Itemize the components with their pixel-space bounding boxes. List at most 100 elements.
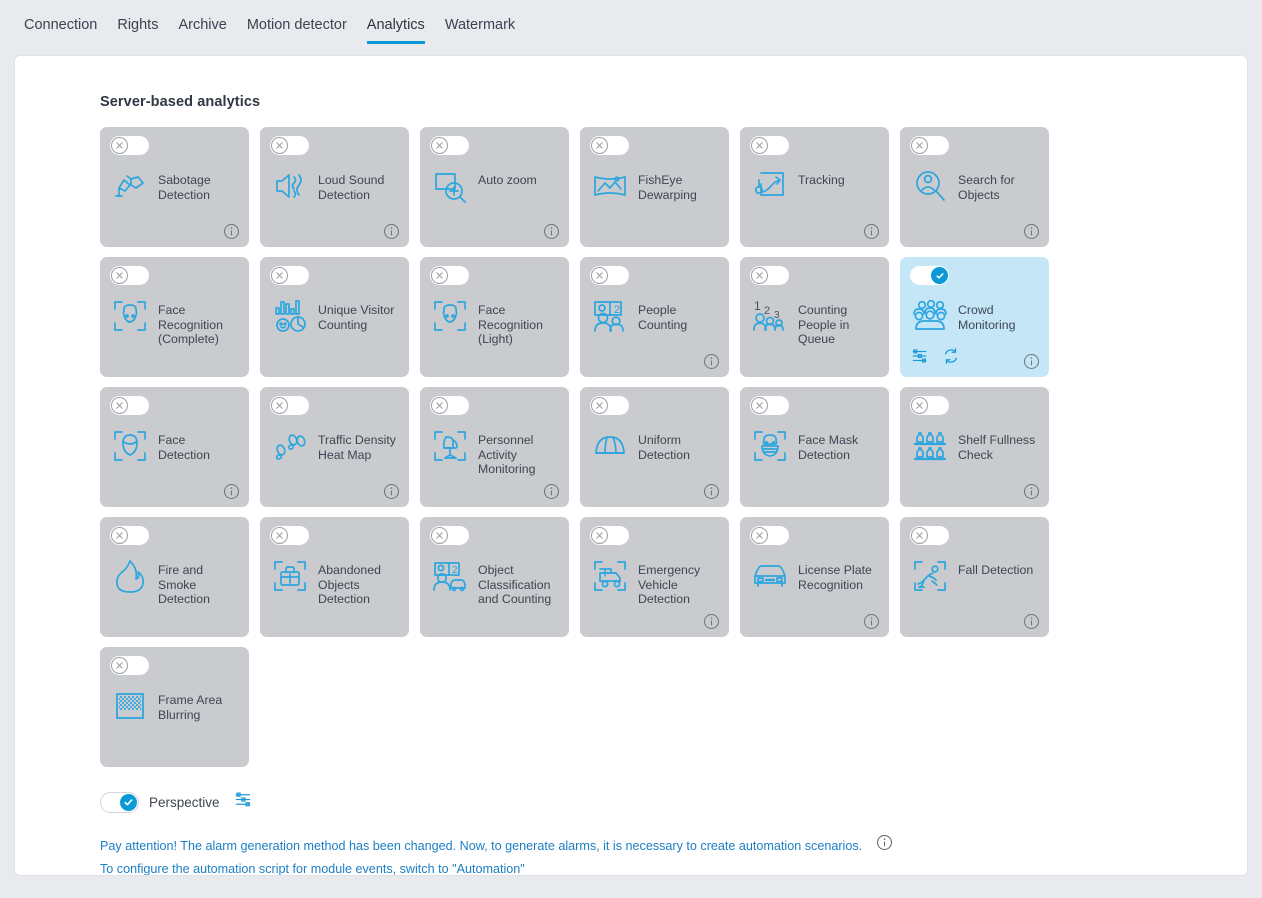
card-toggle[interactable] xyxy=(590,526,629,545)
analytics-card[interactable]: Crowd Monitoring xyxy=(900,257,1049,377)
analytics-card[interactable]: FishEye Dewarping xyxy=(580,127,729,247)
card-toggle[interactable] xyxy=(430,526,469,545)
card-body: Personnel Activity Monitoring xyxy=(430,426,559,477)
card-toggle[interactable] xyxy=(110,396,149,415)
toggle-knob-unchecked xyxy=(591,527,608,544)
card-toggle[interactable] xyxy=(270,526,309,545)
analytics-card[interactable]: Uniform Detection xyxy=(580,387,729,507)
analytics-card[interactable]: Frame Area Blurring xyxy=(100,647,249,767)
card-toggle[interactable] xyxy=(590,396,629,415)
analytics-card[interactable]: 2 People Counting xyxy=(580,257,729,377)
toggle-knob-unchecked xyxy=(271,397,288,414)
perspective-row: Perspective xyxy=(100,790,1247,814)
info-icon[interactable] xyxy=(543,483,560,500)
people-counting-icon: 2 xyxy=(590,296,630,336)
card-toggle[interactable] xyxy=(750,266,789,285)
card-toggle[interactable] xyxy=(910,396,949,415)
sliders-icon[interactable] xyxy=(911,347,929,370)
analytics-card[interactable]: Emergency Vehicle Detection xyxy=(580,517,729,637)
card-toggle[interactable] xyxy=(910,526,949,545)
analytics-card[interactable]: Fall Detection xyxy=(900,517,1049,637)
info-icon[interactable] xyxy=(703,353,720,370)
analytics-card[interactable]: Traffic Density Heat Map xyxy=(260,387,409,507)
toggle-knob-unchecked xyxy=(271,137,288,154)
card-toggle[interactable] xyxy=(910,266,949,285)
card-label: Abandoned Objects Detection xyxy=(318,563,381,607)
sliders-icon[interactable] xyxy=(234,790,253,814)
tab-archive[interactable]: Archive xyxy=(168,16,236,44)
tab-watermark[interactable]: Watermark xyxy=(435,16,525,44)
analytics-card[interactable]: Search for Objects xyxy=(900,127,1049,247)
analytics-card[interactable]: Personnel Activity Monitoring xyxy=(420,387,569,507)
card-toggle[interactable] xyxy=(590,136,629,155)
info-icon[interactable] xyxy=(223,223,240,240)
card-toggle[interactable] xyxy=(110,656,149,675)
analytics-card[interactable]: Face Recognition (Light) xyxy=(420,257,569,377)
card-body: FishEye Dewarping xyxy=(590,166,719,206)
toggle-knob-unchecked xyxy=(751,137,768,154)
analytics-card[interactable]: Abandoned Objects Detection xyxy=(260,517,409,637)
tab-connection[interactable]: Connection xyxy=(14,16,107,44)
card-toggle[interactable] xyxy=(110,136,149,155)
analytics-card[interactable]: Loud Sound Detection xyxy=(260,127,409,247)
toggle-knob-unchecked xyxy=(271,527,288,544)
card-label: People Counting xyxy=(638,303,688,332)
analytics-card[interactable]: Shelf Fullness Check xyxy=(900,387,1049,507)
card-toggle[interactable] xyxy=(430,266,469,285)
tab-motion-detector[interactable]: Motion detector xyxy=(237,16,357,44)
card-toggle[interactable] xyxy=(110,526,149,545)
card-toggle[interactable] xyxy=(270,136,309,155)
info-icon[interactable] xyxy=(863,223,880,240)
info-icon[interactable] xyxy=(383,483,400,500)
card-toggle[interactable] xyxy=(430,396,469,415)
analytics-card[interactable]: Tracking xyxy=(740,127,889,247)
counting-people-queue-icon: 123 xyxy=(750,296,790,336)
card-label: Face Detection xyxy=(158,433,210,462)
perspective-label: Perspective xyxy=(149,794,220,810)
analytics-card[interactable]: Face Mask Detection xyxy=(740,387,889,507)
analytics-card[interactable]: Auto zoom xyxy=(420,127,569,247)
analytics-card[interactable]: 1 2 3 Counting People in Queue xyxy=(740,257,889,377)
analytics-card[interactable]: Sabotage Detection xyxy=(100,127,249,247)
info-icon[interactable] xyxy=(703,613,720,630)
info-icon[interactable] xyxy=(703,483,720,500)
tab-rights[interactable]: Rights xyxy=(107,16,168,44)
info-icon[interactable] xyxy=(876,834,893,858)
analytics-card[interactable]: 2 Object Classification and Counting xyxy=(420,517,569,637)
info-icon[interactable] xyxy=(1023,483,1040,500)
card-toggle[interactable] xyxy=(270,396,309,415)
card-toggle[interactable] xyxy=(110,266,149,285)
loud-sound-icon xyxy=(270,166,310,206)
license-plate-icon xyxy=(750,556,790,596)
fisheye-dewarping-icon xyxy=(590,166,630,206)
footer-notes: Pay attention! The alarm generation meth… xyxy=(100,834,1247,875)
card-label: Fall Detection xyxy=(958,563,1034,577)
card-toggle[interactable] xyxy=(270,266,309,285)
card-toggle[interactable] xyxy=(750,136,789,155)
analytics-card[interactable]: Fire and Smoke Detection xyxy=(100,517,249,637)
info-icon[interactable] xyxy=(383,223,400,240)
fire-smoke-icon xyxy=(110,556,150,596)
card-toggle[interactable] xyxy=(750,526,789,545)
toggle-knob-unchecked xyxy=(911,137,928,154)
refresh-icon[interactable] xyxy=(942,347,960,370)
toggle-knob-unchecked xyxy=(431,527,448,544)
info-icon[interactable] xyxy=(543,223,560,240)
fall-detection-icon xyxy=(910,556,950,596)
card-toggle[interactable] xyxy=(750,396,789,415)
analytics-card-grid: Sabotage Detection Loud Sound Detection Au… xyxy=(100,127,1060,767)
info-icon[interactable] xyxy=(1023,223,1040,240)
card-toggle[interactable] xyxy=(430,136,469,155)
analytics-card[interactable]: Unique Visitor Counting xyxy=(260,257,409,377)
analytics-card[interactable]: Face Recognition (Complete) xyxy=(100,257,249,377)
analytics-card[interactable]: Face Detection xyxy=(100,387,249,507)
info-icon[interactable] xyxy=(223,483,240,500)
info-icon[interactable] xyxy=(863,613,880,630)
tab-analytics[interactable]: Analytics xyxy=(357,16,435,44)
info-icon[interactable] xyxy=(1023,353,1040,370)
info-icon[interactable] xyxy=(1023,613,1040,630)
card-toggle[interactable] xyxy=(910,136,949,155)
card-toggle[interactable] xyxy=(590,266,629,285)
perspective-toggle[interactable] xyxy=(100,791,139,813)
analytics-card[interactable]: License Plate Recognition xyxy=(740,517,889,637)
